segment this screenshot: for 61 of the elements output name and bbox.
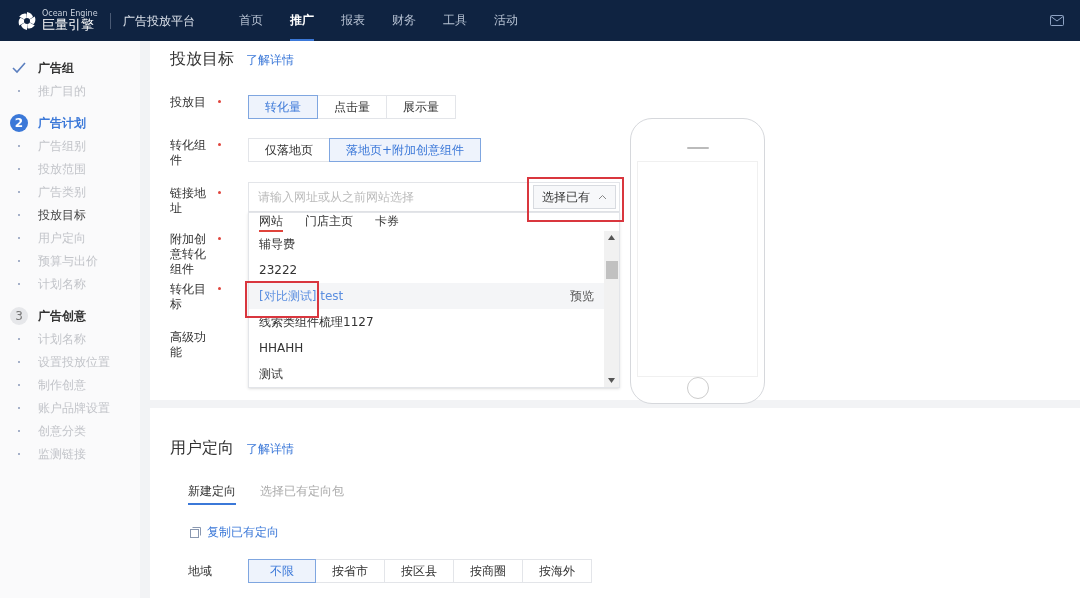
preview-link[interactable]: 预览 [570,287,594,305]
nav-link[interactable]: 活动 [493,0,518,41]
option-label: 辅导费 [259,236,295,253]
option-label: 23222 [259,262,298,279]
details-link[interactable]: 了解详情 [246,440,294,458]
targeting-tab[interactable]: 新建定向 [188,482,236,505]
field-label: 高级功能 [170,330,207,361]
brand-name: 巨量引擎 [42,18,94,31]
field-label: 转化组件 [170,138,207,169]
scroll-down-icon[interactable] [608,378,615,383]
copy-icon [190,526,201,538]
step-number: 2 [10,114,28,132]
option-button[interactable]: 按省市 [315,559,385,583]
sidebar-item[interactable]: 投放目标 [38,205,86,224]
option-label: [对比测试] test [259,288,344,305]
option-button[interactable]: 仅落地页 [248,138,330,162]
field-label: 投放目 [170,95,207,111]
option-button[interactable]: 按区县 [384,559,454,583]
url-field[interactable]: 请输入网址或从之前网站选择 选择已有 [248,182,620,212]
scrollbar[interactable] [604,231,619,387]
dropdown-option[interactable]: 辅导费 [249,231,604,257]
field-label: 链接地址 [170,186,207,217]
option-button[interactable]: 按商圈 [453,559,523,583]
option-button[interactable]: 按海外 [522,559,592,583]
dropdown-tab[interactable]: 卡券 [375,212,399,232]
option-button[interactable]: 落地页+附加创意组件 [329,138,482,162]
option-button[interactable]: 转化量 [248,95,318,119]
option-label: 测试 [259,366,283,383]
scroll-up-icon[interactable] [608,235,615,240]
dropdown-option[interactable]: [对比测试] test 预览 [249,283,604,309]
logo-icon [16,9,38,32]
field-label: 地域 [188,563,213,580]
details-link[interactable]: 了解详情 [246,51,294,69]
option-label: HHAHH [259,340,304,357]
step-title[interactable]: 广告创意 [38,307,86,325]
platform-name: 广告投放平台 [122,12,195,30]
brand-subtitle: Ocean Engine [42,10,98,18]
option-button[interactable]: 不限 [248,559,316,583]
nav-link[interactable]: 工具 [442,0,467,41]
scrollbar-thumb[interactable] [605,261,618,279]
dropdown-option[interactable]: 测试 [249,361,604,387]
option-button[interactable]: 展示量 [386,95,456,119]
nav-link[interactable]: 首页 [238,0,263,41]
step-number: 3 [10,307,28,325]
option-button[interactable]: 点击量 [317,95,387,119]
step-title[interactable]: 广告计划 [38,114,86,132]
step-title[interactable]: 广告组 [38,59,74,77]
select-existing-button[interactable]: 选择已有 [533,185,616,209]
mail-icon[interactable] [1050,15,1064,26]
dropdown-option[interactable]: HHAHH [249,335,604,361]
dropdown-tab[interactable]: 门店主页 [305,212,353,232]
nav-link[interactable]: 报表 [340,0,365,41]
field-label: 附加创意转化组件 [170,232,207,278]
dropdown-tab[interactable]: 网站 [259,212,283,232]
chevron-icon [598,194,607,200]
section-title: 投放目标 [170,48,234,70]
nav-link[interactable]: 财务 [391,0,416,41]
field-label: 转化目标 [170,282,207,313]
copy-targeting-link[interactable]: 复制已有定向 [190,523,1080,541]
dropdown-option[interactable]: 23222 [249,257,604,283]
section-title: 用户定向 [170,437,234,459]
